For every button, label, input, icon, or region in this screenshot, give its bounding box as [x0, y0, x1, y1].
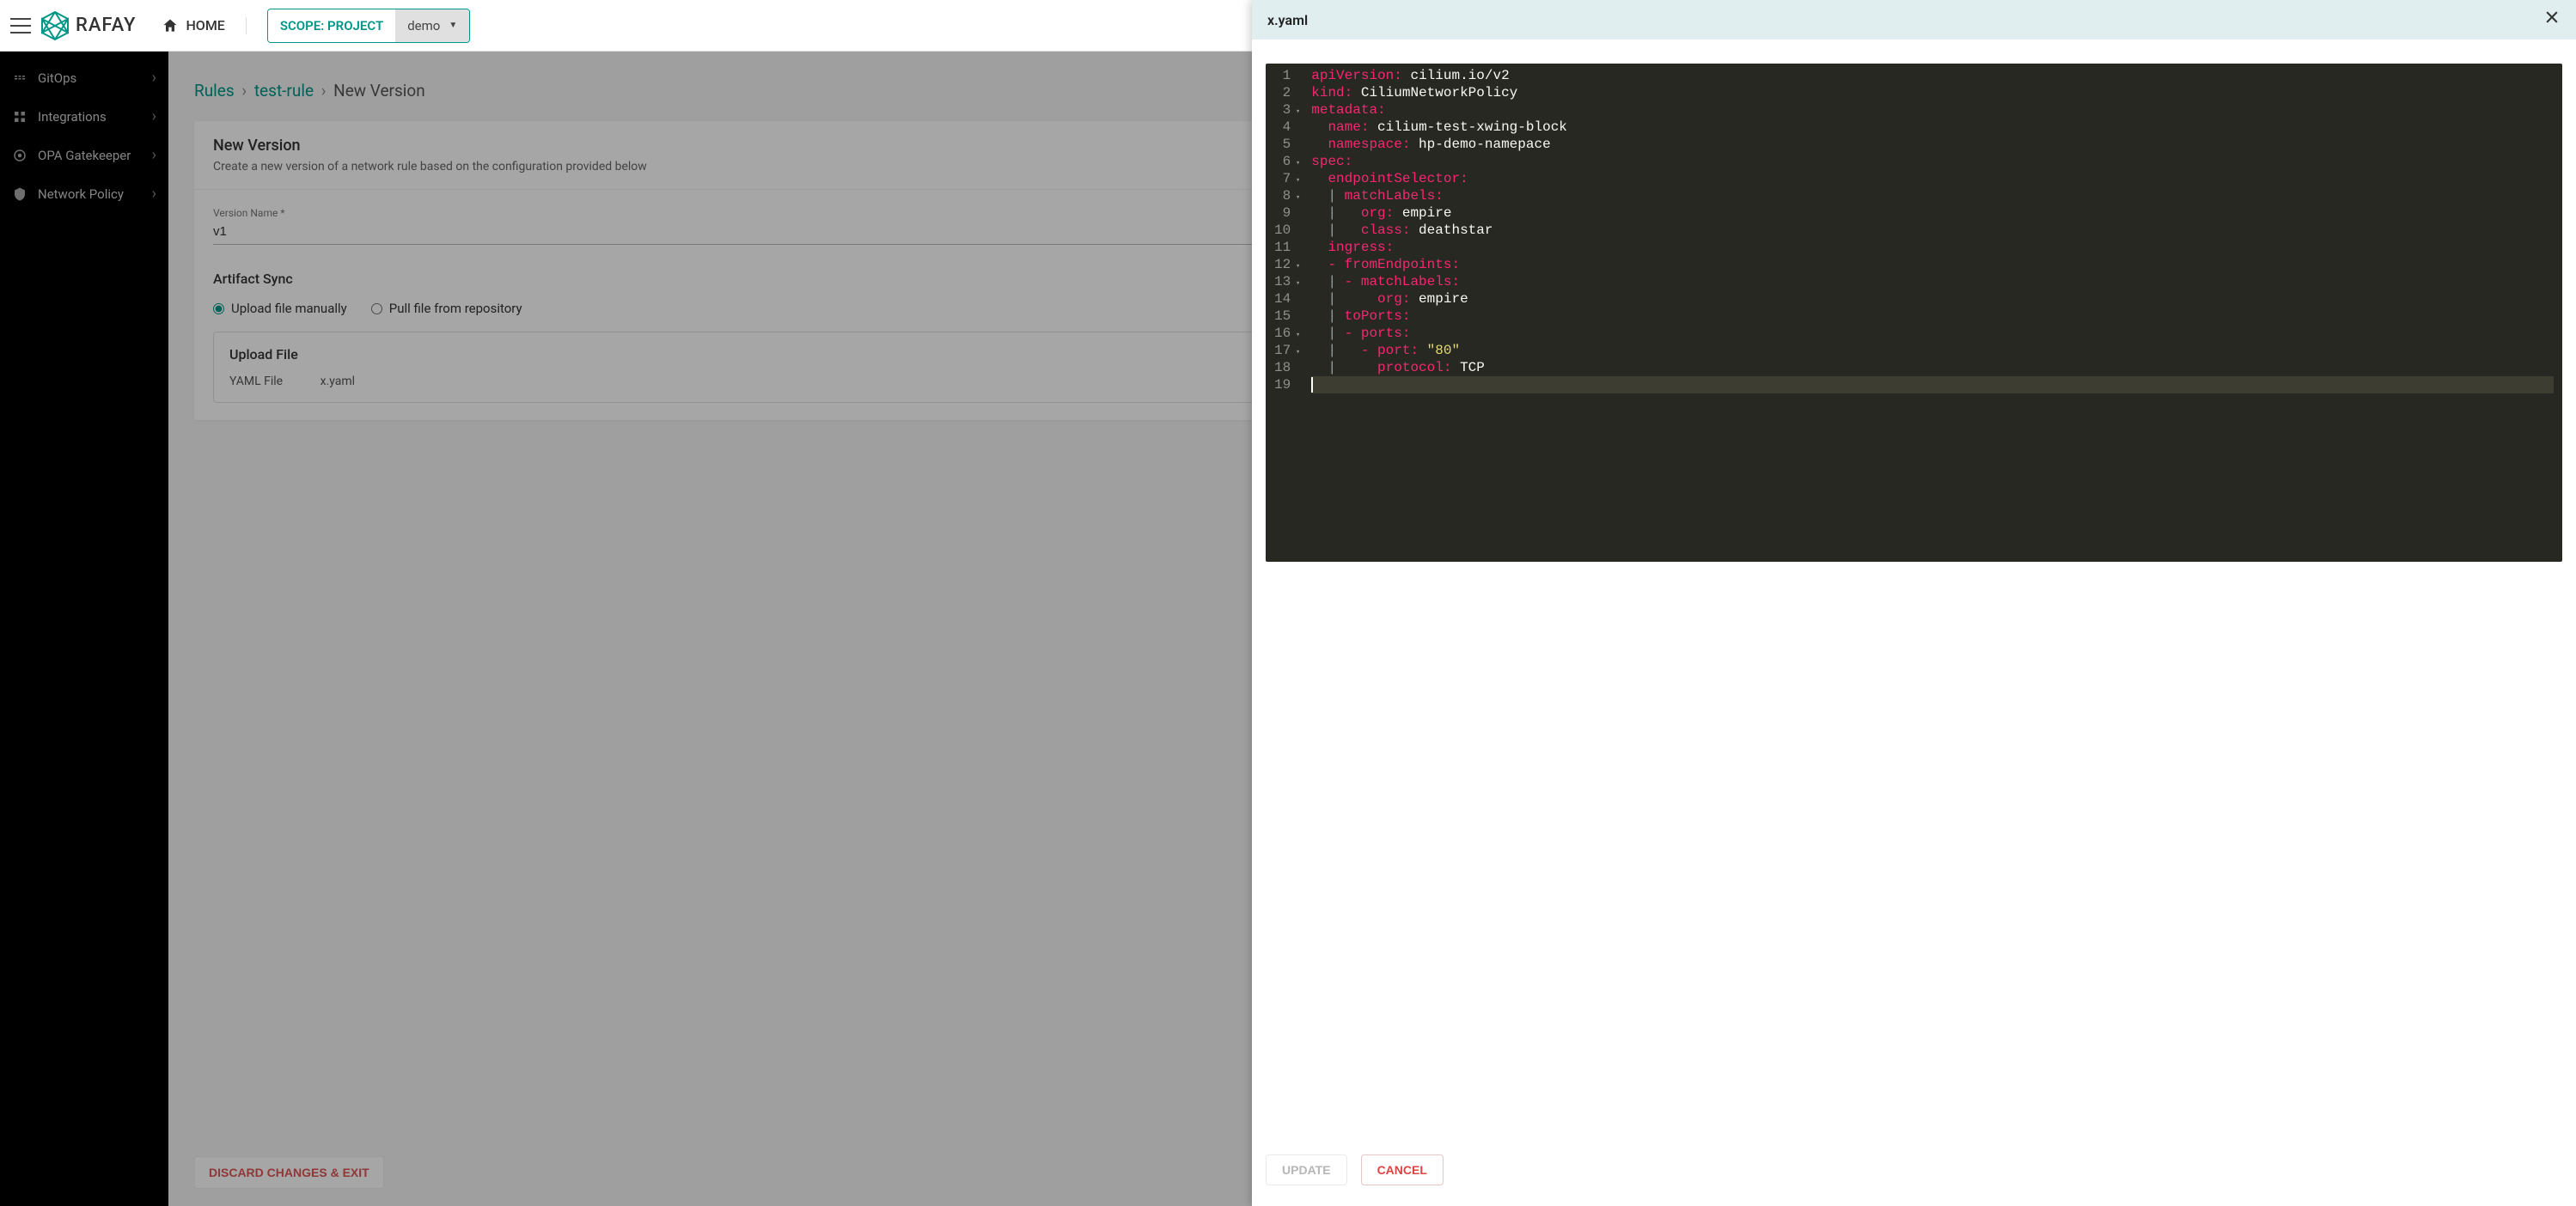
- brand-logo[interactable]: RAFAY: [41, 11, 136, 40]
- home-icon: [162, 17, 179, 34]
- cancel-button[interactable]: CANCEL: [1361, 1154, 1444, 1185]
- sidebar: GitOps › Integrations › OPA Gatekeeper ›…: [0, 52, 168, 1206]
- file-type-label: YAML File: [229, 375, 283, 388]
- sidebar-item-label: OPA Gatekeeper: [38, 148, 131, 163]
- yaml-editor[interactable]: 123▾456▾7▾8▾9101112▾13▾141516▾17▾1819 ap…: [1266, 64, 2562, 562]
- editor-gutter: 123▾456▾7▾8▾9101112▾13▾141516▾17▾1819: [1266, 64, 1303, 562]
- sidebar-item-integrations[interactable]: Integrations ›: [0, 97, 168, 136]
- opa-icon: [12, 148, 27, 163]
- sidebar-item-gitops[interactable]: GitOps ›: [0, 58, 168, 97]
- sidebar-item-label: GitOps: [38, 70, 76, 86]
- radio-pull-repo-input[interactable]: [371, 303, 382, 314]
- scope-value: demo ▼: [395, 9, 469, 42]
- rafay-logo-icon: [41, 11, 69, 40]
- chevron-down-icon: ▼: [449, 21, 457, 30]
- integrations-icon: [12, 109, 27, 125]
- crumb-root[interactable]: Rules: [194, 81, 235, 100]
- radio-pull-repo[interactable]: Pull file from repository: [371, 301, 522, 316]
- scope-label: SCOPE: PROJECT: [268, 9, 395, 42]
- crumb-leaf: New Version: [333, 81, 425, 100]
- radio-upload-manual-input[interactable]: [213, 303, 224, 314]
- editor-code[interactable]: apiVersion: cilium.io/v2kind: CiliumNetw…: [1303, 64, 2562, 562]
- sidebar-item-label: Integrations: [38, 109, 107, 125]
- chevron-right-icon: ›: [152, 69, 156, 87]
- scope-selector[interactable]: SCOPE: PROJECT demo ▼: [267, 9, 470, 43]
- chevron-right-icon: ›: [152, 185, 156, 203]
- sidebar-item-network-policy[interactable]: Network Policy ›: [0, 174, 168, 213]
- crumb-rule[interactable]: test-rule: [254, 81, 314, 100]
- modal-title: x.yaml: [1267, 12, 1308, 28]
- close-icon: [2543, 9, 2561, 26]
- uploaded-file-name: x.yaml: [320, 375, 355, 388]
- modal-close-button[interactable]: [2543, 9, 2561, 31]
- sidebar-item-label: Network Policy: [38, 186, 124, 202]
- discard-button[interactable]: DISCARD CHANGES & EXIT: [194, 1156, 384, 1189]
- update-button[interactable]: UPDATE: [1266, 1154, 1347, 1185]
- chevron-right-icon: ›: [152, 107, 156, 125]
- chevron-right-icon: ›: [152, 146, 156, 164]
- radio-upload-manual[interactable]: Upload file manually: [213, 301, 347, 316]
- network-policy-icon: [12, 186, 27, 202]
- brand-name: RAFAY: [76, 15, 136, 36]
- home-link[interactable]: HOME: [162, 17, 246, 34]
- hamburger-icon[interactable]: [10, 15, 31, 36]
- sidebar-item-opa-gatekeeper[interactable]: OPA Gatekeeper ›: [0, 136, 168, 174]
- yaml-editor-modal: x.yaml 123▾456▾7▾8▾9101112▾13▾141516▾17▾…: [1252, 0, 2576, 1206]
- home-label: HOME: [186, 17, 224, 34]
- gitops-icon: [12, 70, 27, 86]
